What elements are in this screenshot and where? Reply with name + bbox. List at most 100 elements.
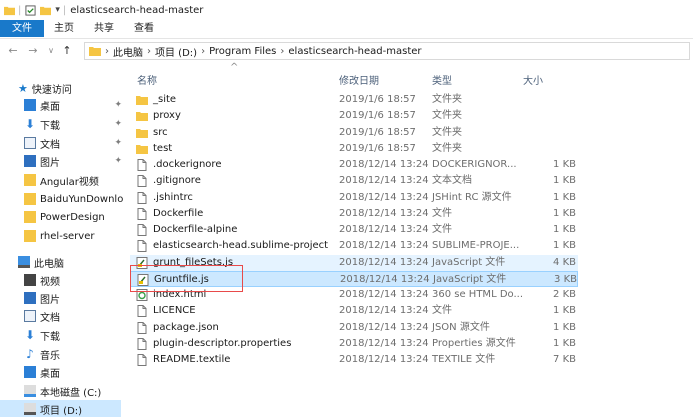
- file-row[interactable]: .dockerignore 2018/12/14 13:24 DOCKERIGNOR…: [130, 157, 578, 173]
- navigation-bar: ← → ∨ ↑ › 此电脑 › 项目 (D:) › Program Files …: [0, 38, 693, 62]
- quick-access-dropdown-icon[interactable]: ▾: [55, 5, 60, 15]
- file-icon: [137, 240, 147, 253]
- file-name: .dockerignore: [153, 159, 222, 170]
- tab-file[interactable]: 文件: [0, 20, 44, 37]
- file-size: [522, 125, 576, 141]
- breadcrumb-program-files[interactable]: Program Files: [209, 46, 276, 57]
- file-row[interactable]: Dockerfile-alpine 2018/12/14 13:24 文件 1 KB: [130, 222, 578, 238]
- desktop-icon: [24, 99, 36, 111]
- file-date: 2019/1/6 18:57: [339, 94, 416, 105]
- ribbon-tabs: 文件 主页 共享 查看: [0, 20, 693, 37]
- breadcrumb-separator-icon: ›: [147, 45, 151, 57]
- properties-icon[interactable]: [25, 4, 36, 16]
- file-size: 1 KB: [553, 191, 576, 203]
- file-row[interactable]: .gitignore 2018/12/14 13:24 文本文档 1 KB: [130, 173, 578, 189]
- tab-share[interactable]: 共享: [84, 20, 124, 37]
- nav-pc-downloads[interactable]: ⬇ 下载: [24, 326, 60, 344]
- nav-pc-videos[interactable]: 视频: [24, 271, 60, 289]
- file-size: 4 KB: [553, 256, 576, 268]
- nav-quick-baiduyun[interactable]: BaiduYunDownloa: [24, 190, 124, 208]
- breadcrumb-separator-icon: ›: [105, 45, 109, 57]
- folder-icon: [136, 128, 148, 138]
- nav-quick-downloads[interactable]: ⬇ 下载 ✦: [24, 115, 122, 133]
- column-header-label: 大小: [523, 75, 543, 87]
- folder-icon: [136, 112, 148, 122]
- file-date: 2018/12/14 13:24: [339, 256, 429, 268]
- pin-icon[interactable]: ✦: [114, 156, 122, 166]
- breadcrumb-separator-icon: ›: [280, 45, 285, 57]
- file-size: 1 KB: [553, 321, 576, 333]
- file-type: JSON 源文件: [432, 321, 490, 333]
- picture-icon: [24, 292, 36, 304]
- file-row[interactable]: test 2019/1/6 18:57 文件夹: [130, 141, 578, 157]
- nav-quick-desktop[interactable]: 桌面 ✦: [24, 96, 122, 114]
- file-row[interactable]: src 2019/1/6 18:57 文件夹: [130, 125, 578, 141]
- nav-label: 视频: [40, 276, 60, 288]
- back-arrow-icon[interactable]: ←: [6, 44, 20, 57]
- file-icon: [137, 337, 147, 350]
- file-row[interactable]: elasticsearch-head.sublime-project 2018/1…: [130, 238, 578, 254]
- nav-pc-desktop[interactable]: 桌面: [24, 363, 60, 381]
- file-icon: [137, 305, 147, 318]
- file-type: 文件夹: [432, 94, 462, 105]
- file-type: JavaScript 文件: [432, 256, 506, 268]
- nav-label: 文档: [40, 139, 60, 151]
- nav-quick-access[interactable]: ★ 快速访问: [18, 79, 72, 97]
- nav-quick-pictures[interactable]: 图片 ✦: [24, 152, 122, 170]
- breadcrumb-current-folder[interactable]: elasticsearch-head-master: [288, 46, 421, 57]
- file-row[interactable]: plugin-descriptor.properties 2018/12/14 1…: [130, 336, 578, 352]
- window-title: elasticsearch-head-master: [70, 4, 204, 16]
- document-icon: [24, 137, 36, 149]
- pin-icon[interactable]: ✦: [114, 100, 122, 110]
- column-header-label: 名称: [137, 75, 157, 87]
- file-type: 360 se HTML Do...: [432, 289, 523, 300]
- nav-quick-powerdesign[interactable]: PowerDesign: [24, 208, 105, 226]
- nav-label: 下载: [40, 120, 60, 132]
- folder-icon: [136, 144, 148, 154]
- up-arrow-icon[interactable]: ↑: [60, 44, 74, 57]
- column-header-type[interactable]: 类型: [432, 70, 452, 88]
- folder-icon: [24, 174, 36, 186]
- file-name: Dockerfile: [153, 207, 204, 219]
- file-row[interactable]: package.json 2018/12/14 13:24 JSON 源文件 1 KB: [130, 320, 578, 336]
- nav-pc-documents[interactable]: 文档: [24, 307, 60, 325]
- pin-icon[interactable]: ✦: [114, 138, 122, 148]
- tab-view[interactable]: 查看: [124, 20, 164, 37]
- nav-quick-angular[interactable]: Angular视频: [24, 171, 99, 189]
- file-icon: [137, 175, 147, 188]
- folder-icon: [4, 6, 15, 15]
- tab-home[interactable]: 主页: [44, 20, 84, 37]
- recent-locations-icon[interactable]: ∨: [44, 46, 58, 55]
- forward-arrow-icon[interactable]: →: [26, 44, 40, 57]
- file-row[interactable]: proxy 2019/1/6 18:57 文件夹: [130, 108, 578, 124]
- nav-quick-rhel[interactable]: rhel-server: [24, 227, 94, 245]
- nav-pc-music[interactable]: ♪ 音乐: [24, 345, 60, 363]
- file-row[interactable]: .jshintrc 2018/12/14 13:24 JSHint RC 源文件 1 …: [130, 190, 578, 206]
- file-row[interactable]: README.textile 2018/12/14 13:24 TEXTILE 文件…: [130, 352, 578, 368]
- nav-pc-pictures[interactable]: 图片: [24, 289, 60, 307]
- column-header-date[interactable]: 修改日期: [339, 70, 379, 88]
- folder-icon: [24, 193, 36, 205]
- file-name: elasticsearch-head.sublime-project: [153, 240, 329, 252]
- column-header-name[interactable]: 名称: [137, 70, 157, 88]
- file-name: Dockerfile-alpine: [153, 224, 238, 235]
- file-row[interactable]: Dockerfile 2018/12/14 13:24 文件 1 KB: [130, 206, 578, 222]
- breadcrumb-drive[interactable]: 项目 (D:): [155, 44, 197, 59]
- column-header-size[interactable]: 大小: [523, 70, 543, 88]
- pin-icon[interactable]: ✦: [114, 119, 122, 129]
- nav-pc-drive-c[interactable]: 本地磁盘 (C:): [24, 382, 101, 400]
- file-type: 文件夹: [432, 110, 462, 122]
- file-name: src: [153, 126, 168, 138]
- new-folder-icon[interactable]: [40, 5, 52, 16]
- breadcrumb-separator-icon: ›: [201, 45, 206, 57]
- nav-label: 下载: [40, 331, 60, 343]
- nav-quick-documents[interactable]: 文档 ✦: [24, 134, 122, 152]
- nav-this-pc[interactable]: 此电脑: [18, 253, 64, 271]
- nav-label: 图片: [40, 294, 60, 306]
- file-row[interactable]: LICENCE 2018/12/14 13:24 文件 1 KB: [130, 303, 578, 319]
- nav-pc-drive-d[interactable]: 项目 (D:): [0, 400, 121, 417]
- file-name: LICENCE: [153, 305, 196, 317]
- address-bar[interactable]: › 此电脑 › 项目 (D:) › Program Files › elasti…: [84, 42, 690, 60]
- file-row[interactable]: _site 2019/1/6 18:57 文件夹: [130, 92, 578, 108]
- breadcrumb-this-pc[interactable]: 此电脑: [113, 44, 143, 59]
